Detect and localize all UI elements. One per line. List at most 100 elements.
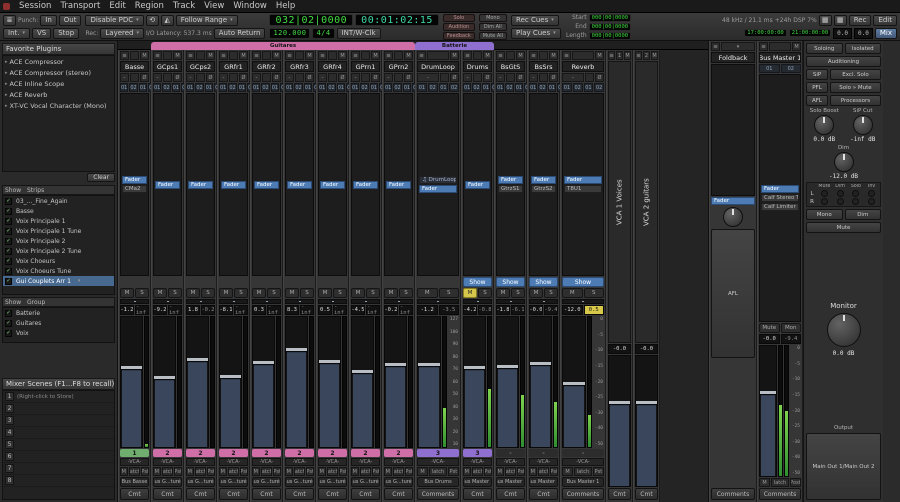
panner[interactable] [562,299,604,304]
tab-mix[interactable]: Mix [874,27,897,39]
strip-name-button[interactable]: Basse [120,61,149,72]
menu-track[interactable]: Track [169,1,199,11]
gain-fader[interactable] [351,316,374,448]
mini-dim-all-button[interactable]: Dim All [478,22,508,31]
solo-model-afl-button[interactable]: AFL [806,95,828,106]
fader-automation-button[interactable]: M [252,467,260,476]
monitor-mute-r-button[interactable] [820,198,828,205]
checkbox[interactable]: ✓ [5,329,12,337]
output-button[interactable]: Bus Master 1 [562,477,604,487]
strip-name-button[interactable]: Reverb [562,61,604,72]
strip-input-button[interactable]: - [285,73,294,82]
fader-automation-button[interactable]: M [463,467,471,476]
metronome-icon[interactable]: ◭ [160,14,174,26]
strip-menu-icon[interactable]: ≡ [463,51,472,60]
output-button[interactable]: Bus G...turée [285,477,314,487]
strip-mini-m-button[interactable]: M [651,51,658,60]
strip-visibility-row[interactable]: ✓ Voix Choeurs Tune [3,266,114,276]
phase-invert-button[interactable]: Ø [404,73,413,82]
mixer-scene-row[interactable]: 5 [3,439,114,451]
panner[interactable] [153,299,182,304]
panner[interactable] [384,299,413,304]
peak-display[interactable]: -inf [333,305,347,315]
gain-display[interactable]: 0.5 [318,305,332,315]
panner[interactable] [351,299,380,304]
tab-edit[interactable]: Edit [873,14,897,26]
indicator-solo[interactable]: Solo [442,13,475,22]
metering-point-button[interactable]: Pst [405,467,413,476]
monitor-button[interactable]: Mon [780,323,801,333]
checkbox[interactable]: ✓ [5,257,12,265]
strip-spacer-button[interactable] [572,51,594,60]
mute-button[interactable]: M [562,288,583,298]
gain-display[interactable]: -0.0 [608,344,631,354]
checkbox[interactable]: ✓ [5,267,12,275]
phase-invert-button[interactable]: Ø [272,73,281,82]
monitor-output-button[interactable]: Main Out 1/Main Out 2 [806,433,881,501]
phase-invert-button[interactable]: Ø [305,73,314,82]
checkbox[interactable]: ✓ [5,227,12,235]
gain-fader[interactable] [153,316,176,448]
strip-visibility-row[interactable]: ✓ Gui Couplets Arr 1 [3,276,114,286]
vca-assign-button[interactable]: -VCA- [219,458,248,466]
strip-visibility-row[interactable]: ✓ Voix Principale 2 [3,236,114,246]
mute-button[interactable]: M [285,288,299,298]
strip-input-button[interactable]: - [186,73,195,82]
vca-assign-button[interactable]: -VCA- [153,458,182,466]
fader-automation-button[interactable]: M [285,467,293,476]
processor-box[interactable]: Fader [186,93,215,276]
trim-knob[interactable] [361,73,370,82]
strip-name-button[interactable]: GRfr2 [252,61,281,72]
strip-input-button[interactable]: - [384,73,393,82]
trim-knob[interactable] [295,73,304,82]
comments-button[interactable]: Comments [759,488,801,500]
metering-point-button[interactable]: Pst [207,467,215,476]
excl-solo-button[interactable]: Excl. Solo [830,69,881,80]
panner[interactable] [417,299,459,304]
fader-processor[interactable]: Fader [155,180,180,189]
monitor-int-select[interactable]: Int. [3,27,30,39]
processor-entry[interactable]: Calf Limiter (x2) [761,203,799,211]
metering-point-button[interactable]: Pst [174,467,182,476]
comments-button[interactable]: Comments [417,488,459,500]
output-button[interactable]: Bus G...turée [153,477,182,487]
strip-spacer-button[interactable] [163,51,172,60]
strip-mini-m-button[interactable]: M [595,51,604,60]
region-processor[interactable]: ♫ DrumLoop [419,176,457,184]
checkbox[interactable]: ✓ [5,197,12,205]
mute-button[interactable]: M [463,288,477,298]
trim-knob[interactable] [585,73,594,82]
panner[interactable] [318,299,347,304]
sip-cut-value[interactable]: -inf dB [850,136,875,143]
strip-spacer-button[interactable] [295,51,304,60]
metering-point-button[interactable]: Pst [306,467,314,476]
sip-cut-knob[interactable] [852,115,873,135]
soloing-indicator[interactable]: Soloing [806,43,843,54]
dim-button[interactable]: Dim [844,209,881,220]
strip-input-button[interactable]: - [120,73,129,82]
processor-box[interactable]: Fader [153,93,182,276]
gain-display[interactable]: -4.2 [463,305,477,315]
group-color-chip[interactable]: 2 [351,449,380,457]
strip-visibility-row[interactable]: ✓ 03_..._Fine_Again [3,196,114,206]
panner[interactable] [463,299,492,304]
automation-latch-button[interactable]: latch [194,467,207,476]
mini-mono-button[interactable]: Mono [478,13,508,22]
strip-menu-icon[interactable]: ≡ [153,51,162,60]
comments-button[interactable]: Cmt [608,488,631,500]
automation-latch-button[interactable]: latch [771,478,789,487]
gain-fader[interactable] [635,355,658,487]
solo-button[interactable]: S [583,288,604,298]
gain-fader[interactable] [463,316,486,448]
gain-display[interactable]: -1.2 [120,305,134,315]
strip-menu-icon[interactable]: ≡ [635,51,642,60]
gain-fader[interactable] [529,316,552,448]
strip-mini-m-button[interactable]: M [483,51,492,60]
gain-fader[interactable] [318,316,341,448]
fader-handle[interactable] [530,362,551,366]
automation-latch-button[interactable]: latch [392,467,405,476]
metering-point-button[interactable]: Pst [240,467,248,476]
trim-knob[interactable] [473,73,482,82]
processor-box[interactable]: Fader [252,93,281,276]
automation-latch-button[interactable]: latch [128,467,141,476]
